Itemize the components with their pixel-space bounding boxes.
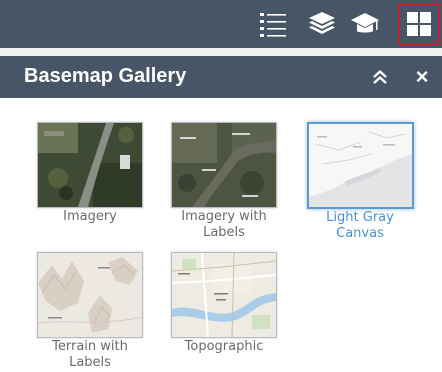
legend-button[interactable] — [254, 4, 292, 44]
basemap-item-topographic[interactable]: Topographic — [170, 252, 278, 355]
basemap-label: Terrain with Labels — [52, 339, 128, 370]
legend-icon — [260, 13, 286, 37]
basemap-thumbnail[interactable] — [306, 122, 414, 209]
basemap-gallery: Imagery Imagery with Labels Light Gray C… — [0, 98, 442, 372]
basemap-thumbnail[interactable] — [171, 122, 277, 208]
basemap-label: Topographic — [184, 339, 264, 354]
basemap-label: Imagery — [63, 209, 117, 224]
layers-icon — [309, 12, 335, 34]
double-chevron-up-icon — [373, 69, 387, 84]
basemap-thumbnail[interactable] — [171, 252, 277, 338]
basemap-item-imagery-with-labels[interactable]: Imagery with Labels — [170, 122, 278, 241]
basemap-gallery-button[interactable] — [398, 3, 440, 45]
panel-header: Basemap Gallery × — [0, 56, 442, 98]
basemap-thumbnail[interactable] — [37, 252, 143, 338]
basemap-item-light-gray-canvas[interactable]: Light Gray Canvas — [306, 122, 414, 242]
close-button[interactable]: × — [409, 64, 435, 90]
about-button[interactable] — [346, 4, 384, 44]
basemap-thumbnail[interactable] — [37, 122, 143, 208]
panel-title: Basemap Gallery — [24, 65, 187, 87]
toolbar-divider — [0, 48, 442, 56]
graduation-cap-icon — [351, 13, 379, 33]
basemap-item-terrain-with-labels[interactable]: Terrain with Labels — [36, 252, 144, 371]
basemap-label: Imagery with Labels — [181, 209, 267, 240]
basemap-item-imagery[interactable]: Imagery — [36, 122, 144, 225]
widget-toolbar — [0, 0, 442, 48]
basemap-gallery-icon — [407, 12, 431, 36]
basemap-label: Light Gray Canvas — [326, 210, 394, 241]
layer-list-button[interactable] — [303, 4, 341, 44]
collapse-button[interactable] — [367, 64, 393, 90]
